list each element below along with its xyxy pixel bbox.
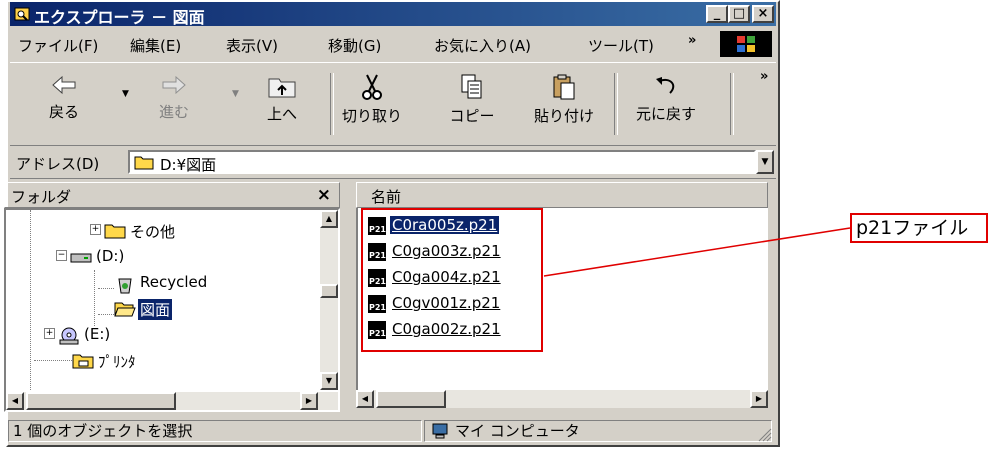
toolbar-separator	[330, 73, 334, 135]
copy-icon	[461, 74, 482, 99]
scroll-left-button[interactable]: ◀	[356, 390, 374, 408]
name-column-header[interactable]: 名前	[356, 182, 768, 208]
standard-toolbar: 戻る ▼ 進む ▼ 上へ 切り取り コピー 貼り付け 元に戻す »	[10, 62, 776, 146]
scissors-icon	[362, 74, 382, 100]
folder-pane: フォルダ × + その他 − (D:) Recycled 図面 + (E:) ﾌ…	[4, 182, 340, 412]
scroll-down-button[interactable]: ▼	[320, 372, 338, 390]
status-bar: 1 個のオブジェクトを選択 マイ コンピュータ	[8, 418, 774, 444]
folder-icon	[134, 156, 154, 170]
status-location: マイ コンピュータ	[424, 420, 772, 442]
scroll-thumb[interactable]	[376, 390, 446, 408]
callout-leader-line	[543, 227, 851, 277]
tree-item-label: その他	[130, 223, 176, 241]
cut-label: 切り取り	[341, 107, 402, 125]
window-title: エクスプローラ － 図面	[34, 8, 205, 27]
address-label: アドレス(D)	[16, 155, 100, 173]
undo-label: 元に戻す	[635, 105, 696, 123]
back-dropdown-arrow[interactable]: ▼	[122, 89, 129, 99]
folder-pane-close-icon[interactable]: ×	[317, 185, 331, 205]
folder-icon	[104, 224, 126, 239]
forward-arrow-icon	[162, 75, 186, 95]
up-button[interactable]: 上へ	[246, 67, 318, 141]
folder-vertical-scrollbar[interactable]: ▲ ▼	[320, 210, 338, 390]
menu-go[interactable]: 移動(G)	[328, 35, 381, 56]
menu-bar: ファイル(F) 編集(E) 表示(V) 移動(G) お気に入り(A) ツール(T…	[10, 30, 776, 58]
address-input[interactable]: D:¥図面	[128, 150, 756, 174]
copy-label: コピー	[449, 107, 495, 125]
drive-icon	[70, 253, 92, 263]
copy-button[interactable]: コピー	[436, 67, 508, 141]
forward-button[interactable]: 進む	[138, 67, 210, 141]
scroll-left-button[interactable]: ◀	[6, 392, 24, 410]
tree-item-label: Recycled	[140, 273, 208, 291]
paste-icon	[553, 74, 575, 100]
scroll-right-button[interactable]: ▶	[300, 392, 318, 410]
windows-logo	[720, 31, 772, 57]
status-selection: 1 個のオブジェクトを選択	[8, 420, 422, 442]
paste-label: 貼り付け	[533, 107, 594, 125]
scroll-thumb[interactable]	[320, 284, 338, 298]
windows-flag-icon	[737, 36, 755, 52]
tree-guide-line	[30, 210, 31, 390]
address-bar: アドレス(D) D:¥図面 ▼	[10, 146, 776, 179]
expand-toggle[interactable]: +	[90, 224, 101, 235]
up-label: 上へ	[266, 105, 297, 123]
folder-horizontal-scrollbar[interactable]: ◀ ▶	[6, 392, 338, 410]
collapse-toggle[interactable]: −	[56, 250, 67, 261]
resize-grip-icon[interactable]	[758, 428, 772, 442]
title-bar[interactable]: エクスプローラ － 図面 _ □ ×	[10, 2, 776, 27]
scroll-up-button[interactable]: ▲	[320, 210, 338, 228]
p21-callout-label: p21ファイル	[850, 213, 988, 243]
cut-button[interactable]: 切り取り	[336, 67, 408, 141]
tree-guide-line	[98, 314, 114, 315]
address-dropdown-button[interactable]: ▼	[756, 150, 774, 174]
folder-pane-header: フォルダ ×	[4, 182, 340, 208]
name-column-label: 名前	[371, 188, 402, 206]
status-location-label: マイ コンピュータ	[455, 422, 580, 440]
tree-item-label-selected: 図面	[138, 299, 173, 320]
file-horizontal-scrollbar[interactable]: ◀ ▶	[356, 390, 768, 408]
printer-folder-icon	[72, 354, 94, 369]
tree-guide-line	[94, 270, 95, 326]
toolbar-overflow-chevron[interactable]: »	[760, 69, 768, 84]
cd-drive-icon	[59, 327, 79, 345]
back-button[interactable]: 戻る	[28, 67, 100, 141]
up-folder-icon	[268, 78, 296, 98]
expand-toggle[interactable]: +	[44, 328, 55, 339]
tree-guide-line	[34, 360, 74, 361]
my-computer-icon	[432, 423, 448, 439]
menu-edit[interactable]: 編集(E)	[130, 35, 181, 56]
menu-favorites[interactable]: お気に入り(A)	[434, 35, 531, 56]
close-button[interactable]: ×	[752, 5, 774, 23]
tree-item-label: (D:)	[96, 247, 125, 265]
address-value: D:¥図面	[160, 156, 217, 174]
back-label: 戻る	[48, 103, 79, 121]
undo-icon	[656, 77, 675, 94]
menu-tools[interactable]: ツール(T)	[588, 35, 654, 56]
menu-view[interactable]: 表示(V)	[226, 35, 278, 56]
minimize-button[interactable]: _	[706, 5, 728, 23]
tree-guide-line	[98, 288, 114, 289]
back-arrow-icon	[52, 75, 76, 95]
p21-files-highlight-box	[361, 208, 543, 352]
paste-button[interactable]: 貼り付け	[528, 67, 600, 141]
undo-button[interactable]: 元に戻す	[626, 67, 706, 141]
folder-tree: + その他 − (D:) Recycled 図面 + (E:) ﾌﾟﾘﾝﾀ ▲ …	[4, 208, 340, 412]
forward-label: 進む	[158, 103, 189, 121]
tree-item-label: ﾌﾟﾘﾝﾀ	[98, 353, 136, 371]
scroll-right-button[interactable]: ▶	[750, 390, 768, 408]
tree-item-label: (E:)	[84, 325, 111, 343]
explorer-icon	[14, 7, 30, 21]
open-folder-icon	[114, 302, 136, 317]
menu-file[interactable]: ファイル(F)	[18, 35, 98, 56]
maximize-button[interactable]: □	[728, 5, 750, 23]
folder-pane-title: フォルダ	[11, 188, 72, 206]
toolbar-separator	[730, 73, 734, 135]
recycle-bin-icon	[118, 278, 132, 294]
toolbar-separator	[614, 73, 618, 135]
scroll-thumb[interactable]	[26, 392, 176, 410]
forward-dropdown-arrow[interactable]: ▼	[232, 89, 239, 99]
menu-overflow-chevron[interactable]: »	[688, 33, 696, 48]
